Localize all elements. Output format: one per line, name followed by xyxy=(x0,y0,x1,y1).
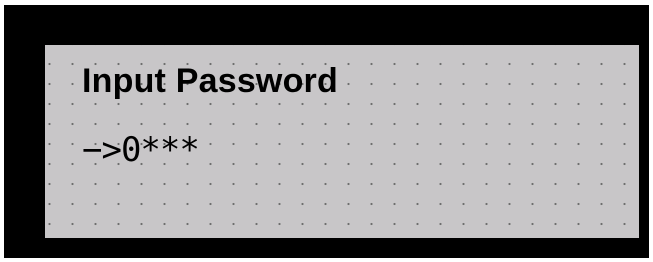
password-prompt-title: Input Password xyxy=(82,62,338,100)
lcd-device-frame: Input Password −>0*** xyxy=(4,5,649,258)
password-entry-line: −>0*** xyxy=(82,130,200,170)
lcd-screen: Input Password −>0*** xyxy=(45,45,639,238)
